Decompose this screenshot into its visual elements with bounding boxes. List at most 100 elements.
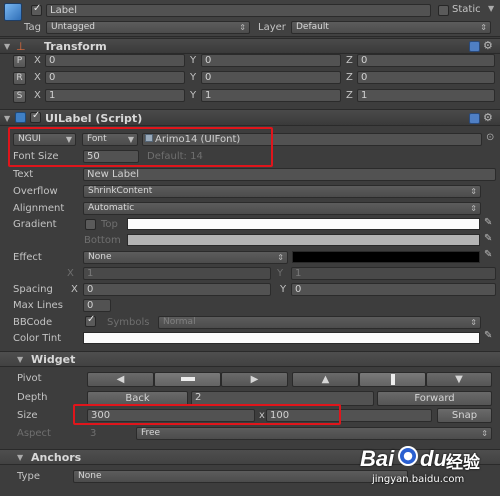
scale-reset-button[interactable]: S <box>13 90 26 103</box>
object-picker-icon[interactable]: ⊙ <box>486 132 494 143</box>
overflow-dropdown[interactable]: ShrinkContent ⇕ <box>83 185 481 198</box>
chevron-down-icon[interactable]: ▼ <box>488 4 494 13</box>
aspect-mode-value: Free <box>141 428 161 438</box>
scale-x-field[interactable]: 1 <box>45 89 185 102</box>
effect-y-field[interactable]: 1 <box>291 267 496 280</box>
position-reset-button[interactable]: P <box>13 55 26 68</box>
symbols-dropdown[interactable]: Normal ⇕ <box>158 316 481 329</box>
eyedropper-icon[interactable]: ✎ <box>484 249 492 260</box>
alignment-dropdown[interactable]: Automatic ⇕ <box>83 202 481 215</box>
eyedropper-icon[interactable]: ✎ <box>484 330 492 341</box>
pivot-top-button[interactable]: ▲ <box>292 372 359 387</box>
gameobject-name-field[interactable]: Label <box>46 4 431 17</box>
tag-label: Tag <box>24 22 41 33</box>
dropdown-arrow-icon: ⇕ <box>470 187 477 196</box>
baidu-jingyan: 经验 <box>446 453 480 473</box>
transform-title: Transform <box>44 40 107 53</box>
pivot-bottom-button[interactable]: ▼ <box>426 372 492 387</box>
widget-header[interactable]: ▼ Widget <box>0 351 500 367</box>
help-book-icon[interactable] <box>469 113 480 124</box>
rotation-x-field[interactable]: 0 <box>45 71 185 84</box>
tag-value: Untagged <box>51 22 96 32</box>
foldout-triangle-icon[interactable]: ▼ <box>17 355 23 364</box>
rotation-z-field[interactable]: 0 <box>357 71 495 84</box>
foldout-triangle-icon[interactable]: ▼ <box>17 453 23 462</box>
overflow-value: ShrinkContent <box>88 186 153 196</box>
aspect-value: 3 <box>90 428 97 439</box>
transform-header[interactable]: ▼ ⊥ Transform ⚙ <box>0 38 500 54</box>
symbols-label: Symbols <box>107 317 150 328</box>
effect-dropdown[interactable]: None ⇕ <box>83 251 288 264</box>
rotation-x-label: X <box>34 72 41 83</box>
baidu-brand: Bai <box>360 446 395 471</box>
position-x-label: X <box>34 55 41 66</box>
dropdown-arrow-icon: ⇕ <box>480 23 487 32</box>
text-field[interactable]: New Label <box>83 168 496 181</box>
rotation-y-field[interactable]: 0 <box>201 71 341 84</box>
depth-label: Depth <box>17 392 48 403</box>
max-lines-field[interactable]: 0 <box>83 299 111 312</box>
gradient-checkbox[interactable] <box>85 219 96 230</box>
gear-icon[interactable]: ⚙ <box>483 111 493 124</box>
transform-axis-icon: ⊥ <box>16 40 26 53</box>
gear-icon[interactable]: ⚙ <box>483 39 493 52</box>
alignment-label: Alignment <box>13 203 65 214</box>
position-z-label: Z <box>346 55 353 66</box>
baidu-paw-icon: ● <box>398 446 418 466</box>
foldout-triangle-icon[interactable]: ▼ <box>4 114 10 123</box>
tag-dropdown[interactable]: Untagged ⇕ <box>46 21 250 34</box>
pivot-right-button[interactable]: ▶ <box>221 372 288 387</box>
uilabel-title: UILabel (Script) <box>45 112 143 125</box>
rotation-z-label: Z <box>346 72 353 83</box>
aspect-dropdown[interactable]: Free ⇕ <box>136 427 492 440</box>
pivot-middle-icon <box>390 373 395 385</box>
pivot-middle-button[interactable] <box>359 372 426 387</box>
scale-x-label: X <box>34 90 41 101</box>
eyedropper-icon[interactable]: ✎ <box>484 233 492 244</box>
scale-z-field[interactable]: 1 <box>357 89 495 102</box>
dropdown-arrow-icon: ⇕ <box>470 318 477 327</box>
color-tint-swatch[interactable] <box>83 332 480 344</box>
spacing-label: Spacing <box>13 284 53 295</box>
uilabel-header[interactable]: ▼ UILabel (Script) ⚙ <box>0 109 500 126</box>
eyedropper-icon[interactable]: ✎ <box>484 217 492 228</box>
foldout-triangle-icon[interactable]: ▼ <box>4 42 10 51</box>
bbcode-checkbox[interactable] <box>85 314 96 327</box>
uilabel-enabled-checkbox[interactable] <box>30 110 41 123</box>
gradient-bottom-color[interactable] <box>127 234 480 246</box>
arrow-up-icon: ▲ <box>321 374 330 385</box>
anchors-title: Anchors <box>31 451 82 464</box>
position-z-field[interactable]: 0 <box>357 54 495 67</box>
gradient-label: Gradient <box>13 219 57 230</box>
layer-dropdown[interactable]: Default ⇕ <box>291 21 491 34</box>
arrow-left-icon: ◀ <box>116 374 125 385</box>
static-checkbox[interactable] <box>438 5 449 16</box>
spacing-y-field[interactable]: 0 <box>291 283 496 296</box>
help-book-icon[interactable] <box>469 41 480 52</box>
depth-forward-button[interactable]: Forward <box>377 391 492 406</box>
active-checkbox[interactable] <box>31 3 42 16</box>
scale-y-field[interactable]: 1 <box>201 89 341 102</box>
spacing-x-field[interactable]: 0 <box>83 283 271 296</box>
pivot-center-button[interactable] <box>154 372 221 387</box>
dropdown-arrow-icon: ⇕ <box>277 253 284 262</box>
baidu-brand-du: du <box>420 446 447 471</box>
rotation-reset-button[interactable]: R <box>13 72 26 85</box>
script-icon <box>15 112 26 123</box>
gradient-top-color[interactable] <box>127 218 480 230</box>
gameobject-icon <box>4 3 22 21</box>
effect-y-label: Y <box>277 268 284 279</box>
bbcode-label: BBCode <box>13 317 53 328</box>
pivot-left-button[interactable]: ◀ <box>87 372 154 387</box>
baidu-url: jingyan.baidu.com <box>372 474 465 485</box>
scale-y-label: Y <box>190 90 197 101</box>
layer-value: Default <box>296 22 329 32</box>
snap-button[interactable]: Snap <box>437 408 492 423</box>
effect-value: None <box>88 252 112 262</box>
effect-color[interactable] <box>292 251 480 263</box>
position-x-field[interactable]: 0 <box>45 54 185 67</box>
highlight-size-box <box>73 404 341 425</box>
effect-x-field[interactable]: 1 <box>83 267 271 280</box>
dropdown-arrow-icon: ⇕ <box>470 204 477 213</box>
position-y-field[interactable]: 0 <box>201 54 341 67</box>
